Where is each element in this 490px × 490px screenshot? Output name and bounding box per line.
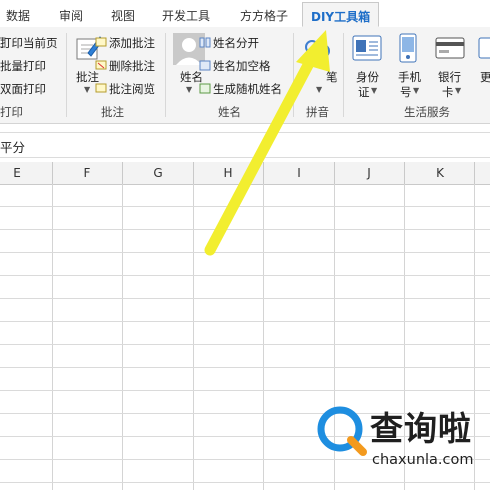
chaxunla-logo-icon: [317, 406, 367, 456]
watermark-url: chaxunla.com: [372, 452, 474, 468]
watermark-title: 查询啦: [370, 409, 472, 448]
